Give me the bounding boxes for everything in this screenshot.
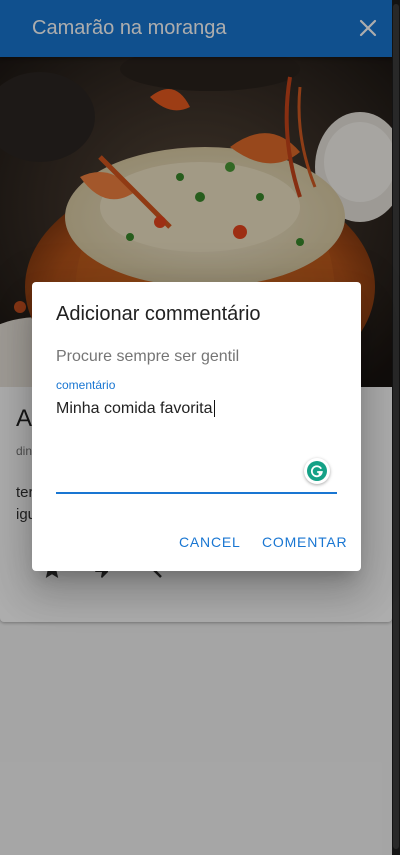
comment-dialog: Adicionar commentário Procure sempre ser… — [32, 282, 361, 571]
comment-field-label: comentário — [56, 378, 116, 392]
comment-input-value: Minha comida favorita — [56, 400, 213, 417]
comment-submit-button[interactable]: COMENTAR — [262, 534, 347, 550]
grammarly-icon[interactable] — [304, 458, 330, 484]
text-caret — [213, 400, 215, 417]
dialog-title: Adicionar commentário — [56, 303, 261, 325]
dialog-text: Procure sempre ser gentil — [56, 348, 240, 365]
grammarly-badge — [307, 461, 327, 481]
comment-input-underline — [56, 492, 337, 494]
comment-input[interactable]: Minha comida favorita — [56, 400, 296, 418]
grammarly-g-icon — [310, 465, 323, 478]
cancel-button[interactable]: CANCEL — [179, 534, 241, 550]
